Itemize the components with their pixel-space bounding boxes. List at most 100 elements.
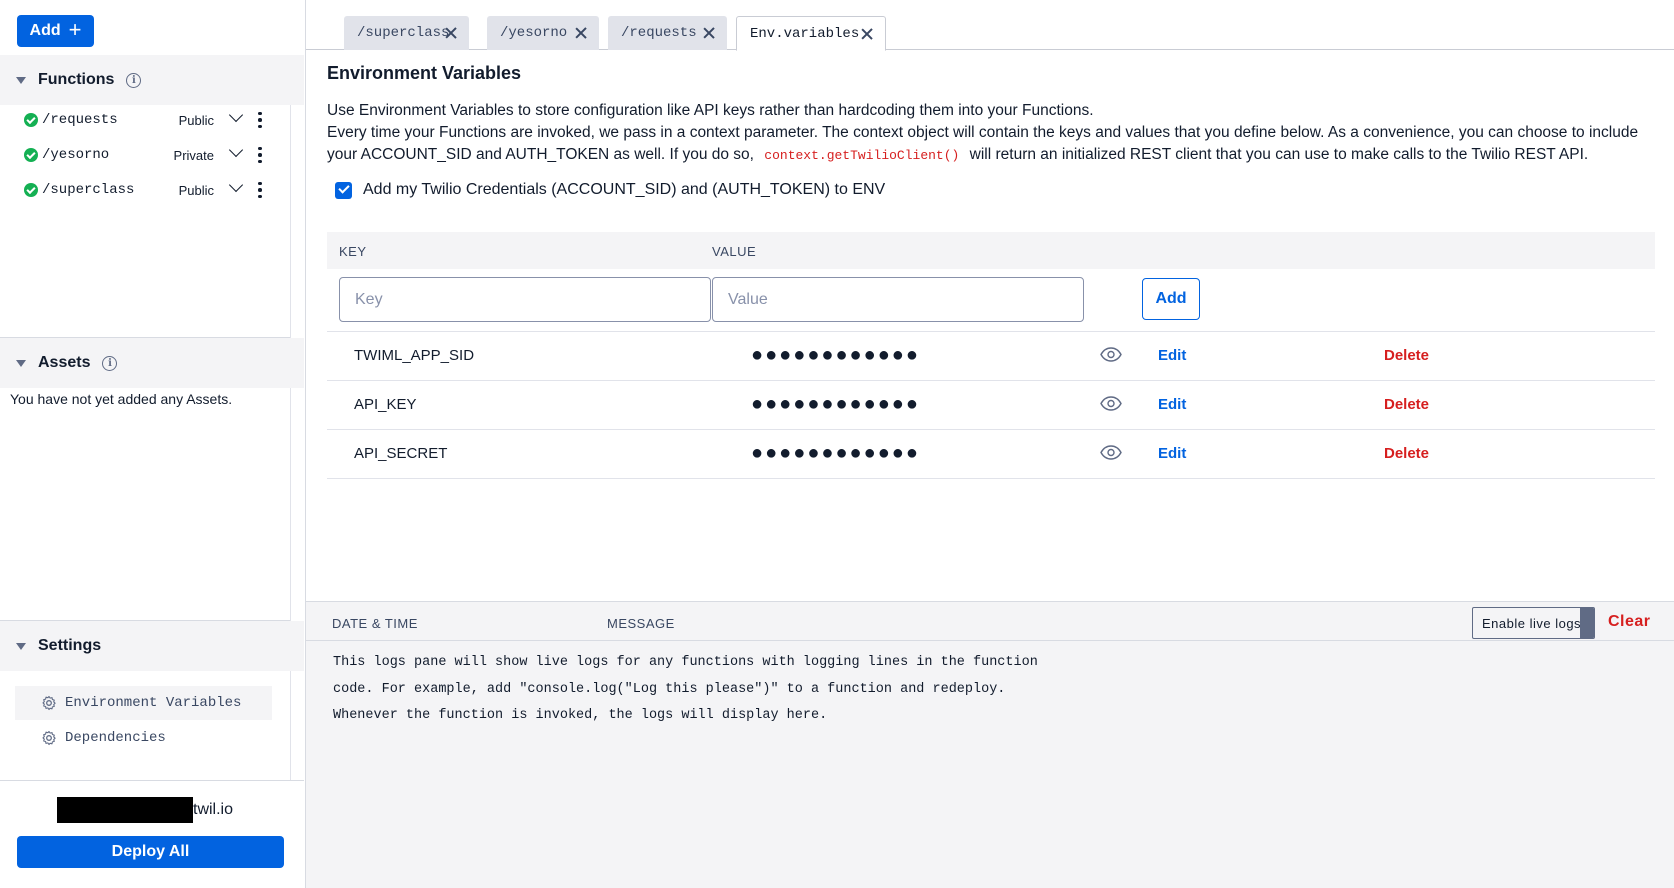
tab-yesorno[interactable]: /yesorno xyxy=(487,16,599,50)
redacted-block xyxy=(57,797,193,823)
variable-key: API_KEY xyxy=(354,396,417,413)
function-visibility: Public xyxy=(178,112,214,128)
credentials-label: Add my Twilio Credentials (ACCOUNT_SID) … xyxy=(363,181,886,198)
new-variable-row: Add xyxy=(327,269,1655,332)
tab-requests[interactable]: /requests xyxy=(608,16,727,50)
service-domain: twil.io xyxy=(57,797,233,823)
assets-title: Assets xyxy=(38,354,91,371)
variable-key: TWIML_APP_SID xyxy=(354,347,475,364)
sidebar: Add + Functions i /requests Public /yeso… xyxy=(0,0,306,888)
edit-button[interactable]: Edit xyxy=(1158,445,1186,462)
kebab-menu-icon[interactable] xyxy=(258,146,262,164)
add-variable-button[interactable]: Add xyxy=(1142,278,1200,320)
variable-value-masked: ●●●●●●●●●●●● xyxy=(751,344,920,366)
table-row: API_KEY ●●●●●●●●●●●● Edit Delete xyxy=(327,381,1655,430)
kebab-menu-icon[interactable] xyxy=(258,181,262,199)
gear-icon xyxy=(42,730,56,746)
chevron-down-icon[interactable] xyxy=(228,177,244,193)
functions-section-header[interactable]: Functions i xyxy=(0,55,304,105)
settings-title: Settings xyxy=(38,637,102,654)
check-circle-icon xyxy=(24,113,38,127)
tab-label: /yesorno xyxy=(500,25,568,41)
table-header: KEY VALUE xyxy=(327,232,1655,269)
close-icon[interactable] xyxy=(703,27,715,39)
variable-value-masked: ●●●●●●●●●●●● xyxy=(751,393,920,415)
add-button-label: Add xyxy=(29,22,61,39)
caret-down-icon xyxy=(16,642,26,650)
caret-down-icon xyxy=(16,76,26,84)
key-input[interactable] xyxy=(339,277,711,322)
info-icon[interactable]: i xyxy=(126,72,142,88)
gear-icon xyxy=(42,695,56,711)
eye-icon[interactable] xyxy=(1100,347,1122,362)
assets-empty-text: You have not yet added any Assets. xyxy=(10,391,233,407)
column-header-message: MESSAGE xyxy=(607,616,675,631)
variable-value-masked: ●●●●●●●●●●●● xyxy=(751,442,920,464)
credentials-checkbox-row[interactable]: Add my Twilio Credentials (ACCOUNT_SID) … xyxy=(335,181,885,199)
editor-tabs: /superclass /yesorno /requests Env.varia… xyxy=(306,0,1674,51)
delete-button[interactable]: Delete xyxy=(1384,347,1429,364)
tab-superclass[interactable]: /superclass xyxy=(344,16,469,50)
clear-logs-button[interactable]: Clear xyxy=(1608,613,1651,631)
code-snippet: context.getTwilioClient() xyxy=(764,148,960,163)
toggle-knob xyxy=(1580,608,1594,638)
chevron-down-icon[interactable] xyxy=(228,107,244,123)
function-item-requests[interactable]: /requests Public xyxy=(0,103,290,137)
check-circle-icon xyxy=(24,148,38,162)
column-header-value: VALUE xyxy=(712,244,757,259)
column-header-date: DATE & TIME xyxy=(332,616,418,631)
credentials-checkbox[interactable] xyxy=(335,181,352,199)
kebab-menu-icon[interactable] xyxy=(258,111,262,129)
function-path: /yesorno xyxy=(42,147,110,163)
close-icon[interactable] xyxy=(575,27,587,39)
add-button[interactable]: Add + xyxy=(17,15,94,47)
close-icon[interactable] xyxy=(861,28,873,40)
table-row: API_SECRET ●●●●●●●●●●●● Edit Delete xyxy=(327,430,1655,479)
settings-section-header[interactable]: Settings xyxy=(0,621,304,671)
info-icon[interactable]: i xyxy=(102,355,118,371)
tab-env-variables[interactable]: Env.variables xyxy=(736,16,886,51)
settings-item-environment-variables[interactable]: Environment Variables xyxy=(15,686,272,720)
column-header-key: KEY xyxy=(339,244,367,259)
edit-button[interactable]: Edit xyxy=(1158,396,1186,413)
close-icon[interactable] xyxy=(445,27,457,39)
logs-placeholder-message: This logs pane will show live logs for a… xyxy=(333,655,1038,723)
delete-button[interactable]: Delete xyxy=(1384,396,1429,413)
logs-pane: DATE & TIME MESSAGE Enable live logs Cle… xyxy=(306,601,1674,888)
table-row: TWIML_APP_SID ●●●●●●●●●●●● Edit Delete xyxy=(327,332,1655,381)
tab-label: Env.variables xyxy=(750,25,860,42)
edit-button[interactable]: Edit xyxy=(1158,347,1186,364)
delete-button[interactable]: Delete xyxy=(1384,445,1429,462)
enable-live-logs-toggle[interactable]: Enable live logs xyxy=(1472,607,1595,639)
plus-icon: + xyxy=(68,17,82,42)
function-item-superclass[interactable]: /superclass Public xyxy=(0,173,290,207)
assets-section-header[interactable]: Assets i xyxy=(0,338,304,388)
caret-down-icon xyxy=(16,359,26,367)
domain-suffix: twil.io xyxy=(193,801,234,818)
settings-item-dependencies[interactable]: Dependencies xyxy=(15,721,272,755)
function-item-yesorno[interactable]: /yesorno Private xyxy=(0,138,290,172)
sidebar-scrollbar-track[interactable] xyxy=(290,55,306,780)
desc-line1: Use Environment Variables to store confi… xyxy=(327,102,1094,119)
sidebar-footer: twil.io Deploy All xyxy=(0,780,304,888)
tab-label: /requests xyxy=(621,25,697,41)
function-visibility: Public xyxy=(178,182,214,198)
env-variables-panel: Environment Variables Use Environment Va… xyxy=(306,51,1674,601)
check-circle-icon xyxy=(24,183,38,197)
eye-icon[interactable] xyxy=(1100,445,1122,460)
settings-item-label: Dependencies xyxy=(65,730,166,746)
eye-icon[interactable] xyxy=(1100,396,1122,411)
settings-item-label: Environment Variables xyxy=(65,695,242,711)
deploy-all-button[interactable]: Deploy All xyxy=(17,836,284,868)
function-path: /superclass xyxy=(42,182,135,198)
env-description: Use Environment Variables to store confi… xyxy=(327,100,1662,167)
function-visibility: Private xyxy=(173,147,214,163)
function-path: /requests xyxy=(42,112,118,128)
chevron-down-icon[interactable] xyxy=(228,142,244,158)
page-title: Environment Variables xyxy=(327,63,522,83)
logs-header: DATE & TIME MESSAGE Enable live logs Cle… xyxy=(306,601,1674,641)
functions-title: Functions xyxy=(38,71,115,88)
desc-line2-after: will return an initialized REST client t… xyxy=(969,146,1589,163)
tab-label: /superclass xyxy=(357,25,450,41)
value-input[interactable] xyxy=(712,277,1084,322)
